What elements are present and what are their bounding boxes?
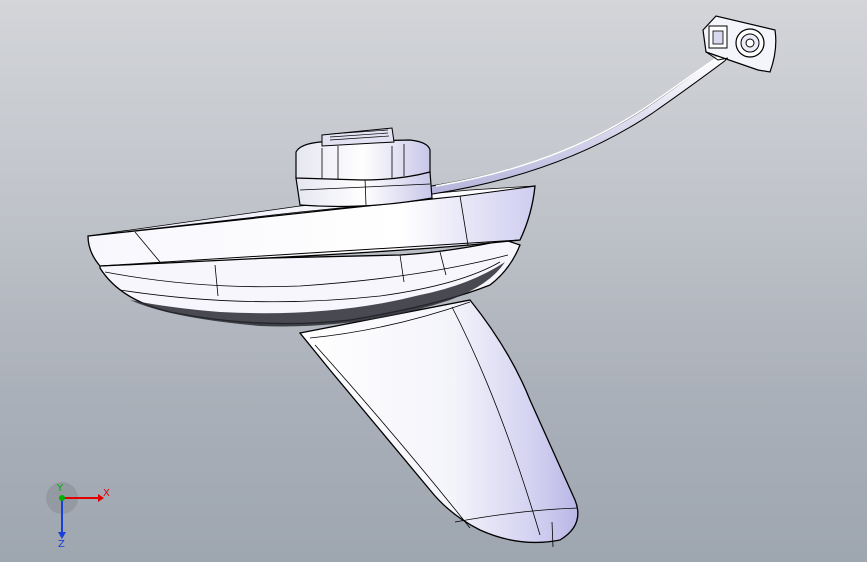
triad-z-arrow bbox=[58, 532, 66, 539]
triad-y-label: Y bbox=[56, 483, 64, 494]
coordinate-triad: X Y Z bbox=[46, 482, 110, 548]
cable-highlight bbox=[435, 54, 721, 187]
triad-z-label: Z bbox=[58, 539, 65, 548]
transducer-cable bbox=[428, 54, 726, 194]
mounting-nut bbox=[295, 139, 431, 181]
transducer-model[interactable] bbox=[0, 0, 867, 562]
transducer-cable bbox=[427, 53, 727, 195]
triad-x-label: X bbox=[103, 488, 110, 499]
graphics-viewport[interactable]: X Y Z bbox=[0, 0, 867, 562]
transducer-fin bbox=[298, 299, 579, 544]
triad-y-axis-dot bbox=[59, 495, 65, 501]
